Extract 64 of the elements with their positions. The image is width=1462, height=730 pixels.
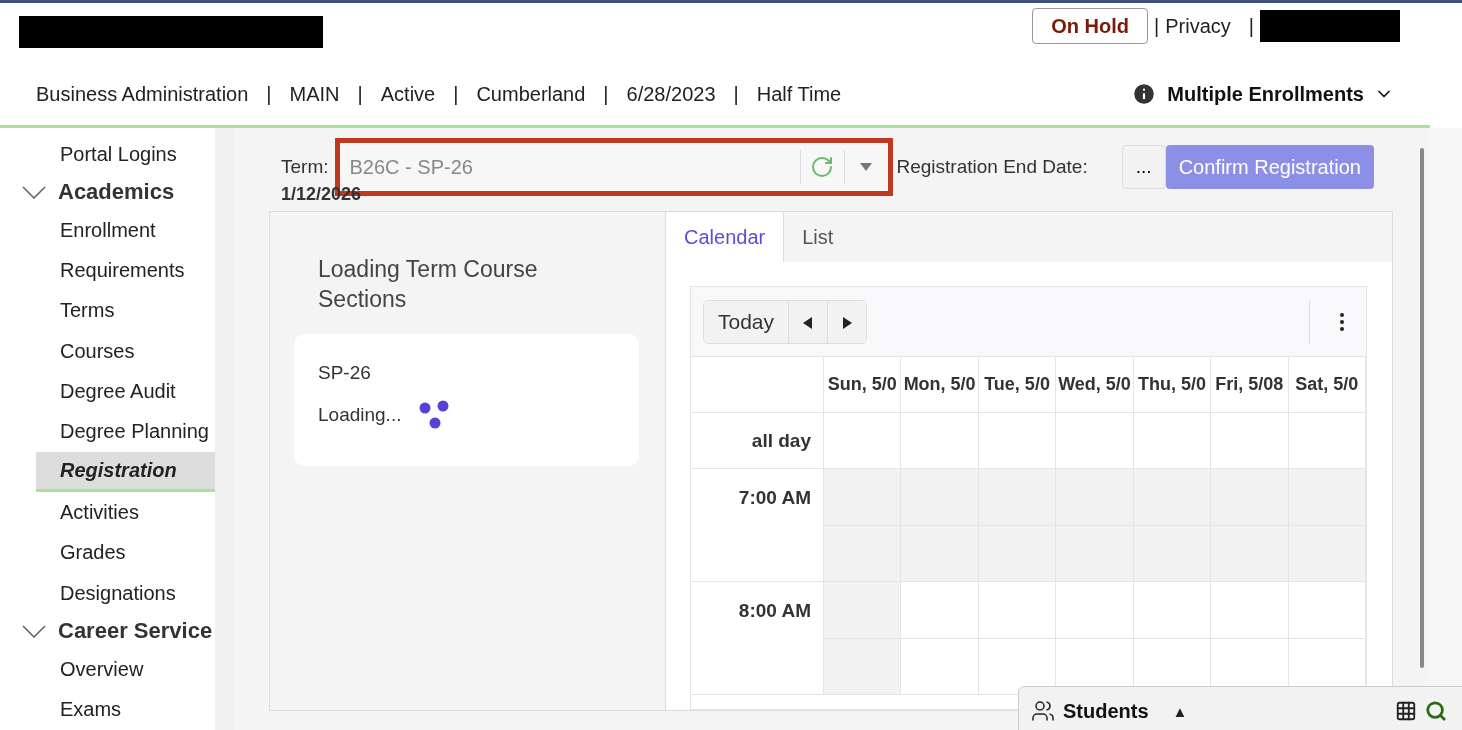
next-button[interactable]	[828, 300, 867, 343]
time-label: 7:00 AM	[738, 487, 811, 509]
info-item: Business Administration	[36, 82, 249, 106]
sidebar-item[interactable]: Grades	[36, 532, 215, 574]
separator: |	[603, 82, 609, 106]
today-button[interactable]: Today	[704, 300, 790, 343]
time-label: 8:00 AM	[738, 600, 811, 622]
sidebar-item[interactable]: Exams	[36, 689, 215, 730]
tab[interactable]: List	[784, 212, 852, 262]
end-date-label: Registration End Date:	[896, 156, 1088, 178]
sidebar-item[interactable]: Designations	[36, 573, 215, 614]
sidebar-section[interactable]: Career Service	[0, 613, 215, 650]
info-item: 6/28/2023	[626, 82, 716, 106]
separator: |	[453, 82, 459, 106]
triangle-left-icon	[803, 316, 814, 329]
scrollbar[interactable]	[1420, 148, 1424, 668]
sidebar-item[interactable]: Degree Planning	[36, 411, 215, 453]
chevron-icon	[22, 185, 46, 199]
info-item: Cumberland	[476, 82, 586, 106]
sidebar-item[interactable]: Enrollment	[36, 210, 215, 251]
term-label: Term:	[281, 156, 329, 178]
status-button[interactable]: On Hold	[1032, 8, 1148, 44]
separator: |	[1154, 14, 1160, 38]
students-panel[interactable]: Students ▲	[1018, 686, 1462, 730]
day-header: Tue, 5/0	[984, 374, 1050, 395]
more-button[interactable]: ...	[1121, 145, 1166, 189]
students-title: Students	[1063, 699, 1149, 723]
day-header: Thu, 5/0	[1137, 374, 1206, 395]
day-header: Wed, 5/0	[1058, 374, 1131, 395]
sidebar-item[interactable]: Portal Logins	[36, 134, 215, 175]
tab[interactable]: Calendar	[666, 212, 785, 262]
previous-button[interactable]	[789, 300, 829, 343]
all-day-label: all day	[751, 429, 811, 452]
day-header: Mon, 5/0	[903, 374, 976, 395]
separator: |	[357, 82, 363, 106]
loading-text: Loading...	[318, 404, 402, 426]
people-icon	[1031, 699, 1055, 723]
sidebar-item[interactable]: Requirements	[36, 250, 215, 291]
sidebar-item[interactable]: Degree Audit	[36, 371, 215, 412]
info-item: Half Time	[756, 82, 842, 106]
info-item: MAIN	[289, 82, 340, 106]
term-name: SP-26	[318, 362, 372, 384]
sidebar-item[interactable]: Terms	[36, 290, 215, 332]
info-item: Active	[380, 82, 436, 106]
caret-up-icon[interactable]: ▲	[1172, 702, 1188, 720]
chevron-icon	[22, 624, 46, 638]
sidebar-section[interactable]: Academics	[0, 174, 215, 211]
sidebar-item[interactable]: Overview	[36, 649, 215, 690]
enrollments-dropdown[interactable]: Multiple Enrollments	[1125, 80, 1400, 108]
dropdown-caret-icon[interactable]	[860, 163, 872, 171]
day-header: Sun, 5/0	[827, 374, 897, 395]
triangle-right-icon	[842, 316, 853, 329]
separator: |	[733, 82, 739, 106]
sidebar-item[interactable]: Courses	[36, 331, 215, 372]
search-icon[interactable]	[1425, 700, 1447, 722]
sidebar-item[interactable]: Activities	[36, 492, 215, 533]
day-header: Sat, 5/0	[1295, 374, 1359, 395]
loading-title: Loading Term Course Sections	[317, 255, 539, 314]
separator: |	[1248, 14, 1254, 38]
sidebar-item[interactable]: Registration	[36, 452, 215, 493]
table-icon[interactable]	[1395, 700, 1417, 722]
separator: |	[266, 82, 272, 106]
privacy-link[interactable]: Privacy	[1165, 14, 1231, 38]
day-header: Fri, 5/08	[1215, 374, 1284, 395]
